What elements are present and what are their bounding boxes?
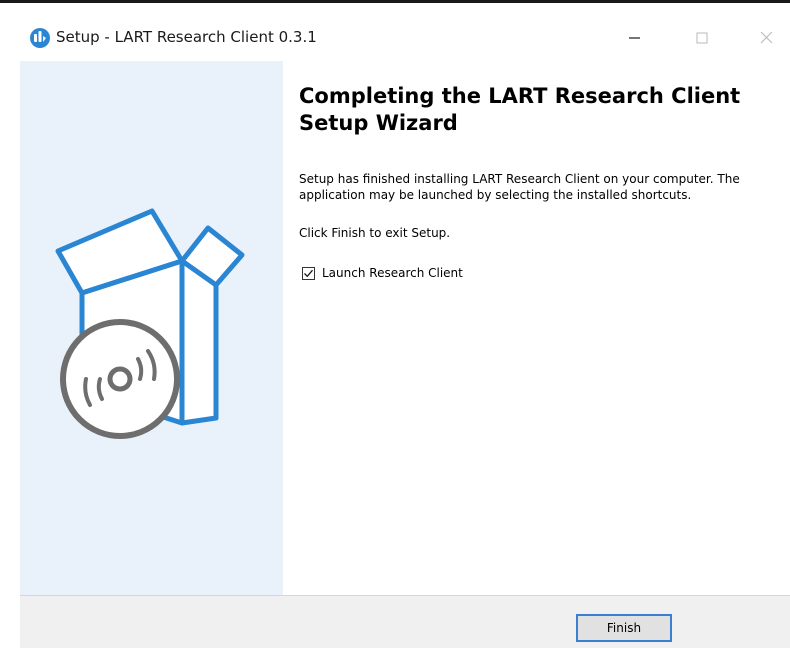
checkmark-icon bbox=[304, 269, 313, 277]
exit-instruction: Click Finish to exit Setup. bbox=[299, 226, 451, 240]
wizard-content: Completing the LART Research Client Setu… bbox=[283, 61, 790, 595]
launch-research-client-option[interactable]: Launch Research Client bbox=[302, 264, 463, 282]
minimize-icon[interactable] bbox=[611, 21, 657, 55]
finish-button[interactable]: Finish bbox=[576, 614, 672, 642]
setup-icon bbox=[29, 27, 51, 49]
maximize-icon[interactable] bbox=[679, 21, 725, 55]
title-bar[interactable]: Setup - LART Research Client 0.3.1 bbox=[0, 3, 790, 56]
page-title: Completing the LART Research Client Setu… bbox=[299, 84, 741, 135]
box-with-disc-icon bbox=[55, 208, 245, 439]
close-icon[interactable] bbox=[744, 21, 790, 55]
wizard-side-panel bbox=[20, 61, 283, 595]
completion-description: Setup has finished installing LART Resea… bbox=[299, 172, 740, 202]
wizard-footer: Finish bbox=[20, 596, 790, 648]
launch-checkbox[interactable] bbox=[302, 266, 315, 280]
setup-window: Setup - LART Research Client 0.3.1 Compl… bbox=[0, 0, 790, 648]
launch-checkbox-label[interactable]: Launch Research Client bbox=[322, 266, 463, 280]
window-title: Setup - LART Research Client 0.3.1 bbox=[56, 28, 317, 46]
